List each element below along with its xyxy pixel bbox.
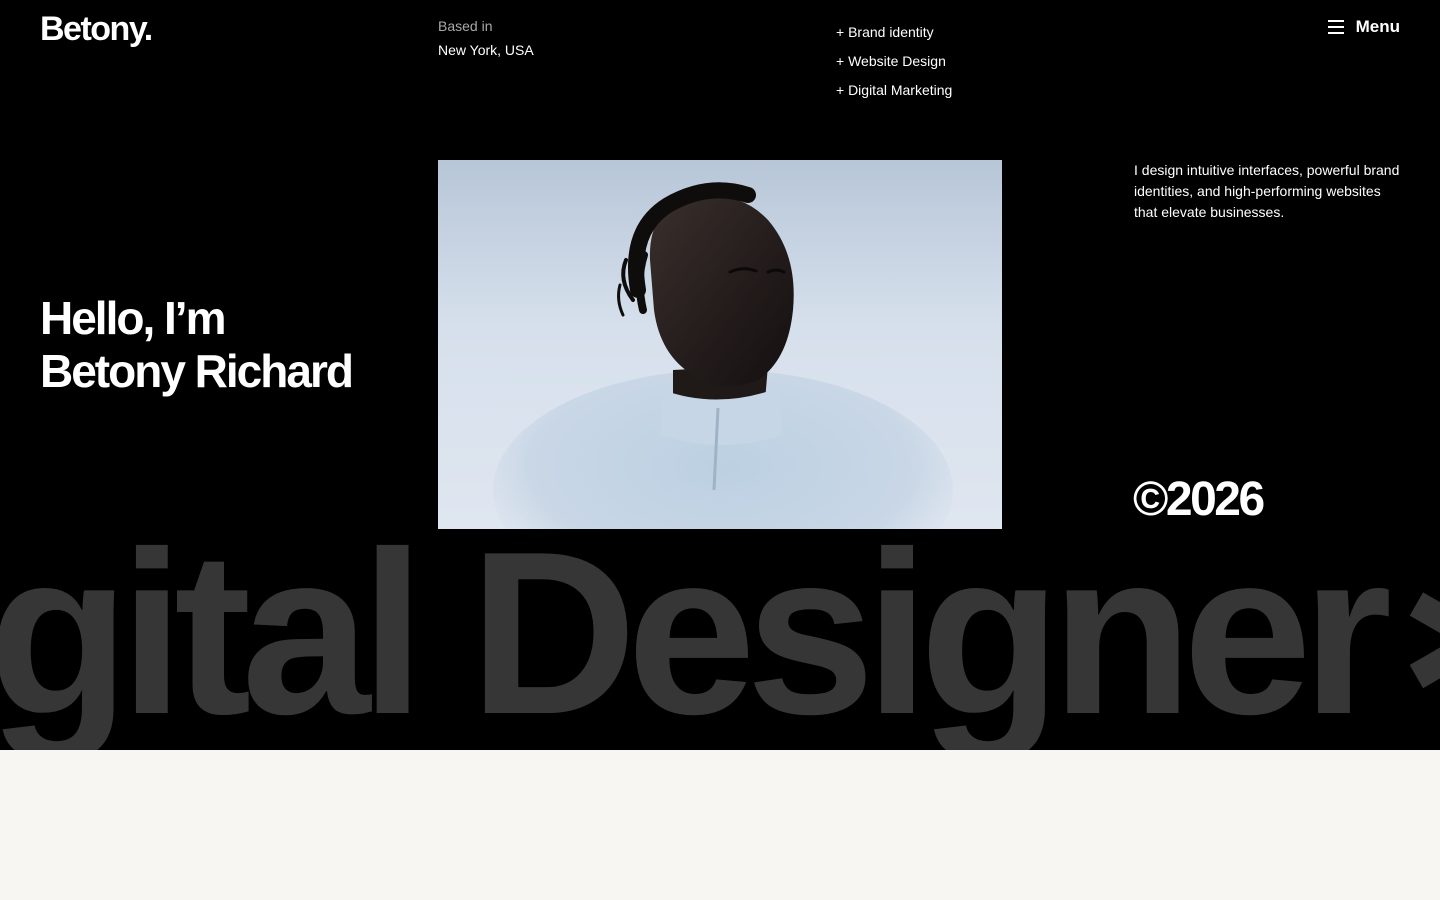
menu-label: Menu xyxy=(1355,17,1400,36)
logo[interactable]: Betony. xyxy=(40,10,153,49)
location-block: Based in New York, USA xyxy=(438,18,534,58)
location-label: Based in xyxy=(438,18,493,34)
menu-button[interactable]: Menu xyxy=(1327,17,1400,37)
services-list: + Brand identity + Website Design + Digi… xyxy=(836,18,952,105)
service-item-brand-identity: + Brand identity xyxy=(836,24,934,40)
hero-headline: Hello, I’m Betony Richard xyxy=(40,292,354,398)
hamburger-icon xyxy=(1327,20,1344,34)
headline-line-2: Betony Richard xyxy=(40,345,354,397)
hero-section: Betony. Based in New York, USA + Brand i… xyxy=(0,0,1440,750)
headline-line-1: Hello, I’m xyxy=(40,292,226,344)
service-item-website-design: + Website Design xyxy=(836,53,946,69)
location-value: New York, USA xyxy=(438,42,534,58)
marquee-text: gital Designer∗A xyxy=(0,504,1440,750)
lower-section xyxy=(0,750,1440,900)
intro-text: I design intuitive interfaces, powerful … xyxy=(1134,162,1400,220)
service-item-digital-marketing: + Digital Marketing xyxy=(836,82,953,98)
portrait-photo xyxy=(438,160,1002,529)
